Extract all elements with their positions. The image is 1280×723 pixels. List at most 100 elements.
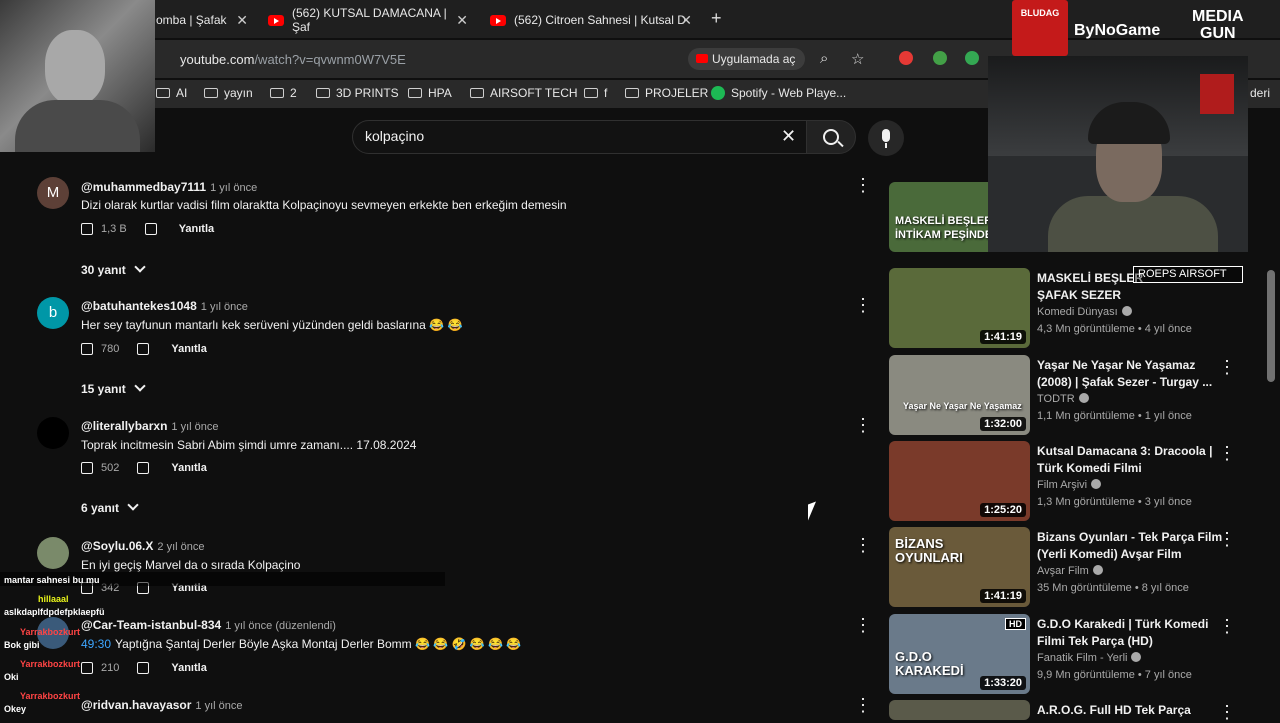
like-icon[interactable]: [81, 343, 93, 355]
related-video[interactable]: A.R.O.G. Full HD Tek Parça: [889, 700, 1259, 723]
close-icon[interactable]: ✕: [680, 12, 692, 29]
new-tab-icon[interactable]: +: [711, 8, 722, 29]
search-button[interactable]: [806, 120, 856, 154]
video-title[interactable]: G.D.O Karakedi | Türk Komedi Filmi Tek Pa…: [1037, 616, 1209, 650]
like-icon[interactable]: [81, 223, 93, 235]
more-icon[interactable]: [854, 695, 872, 716]
video-thumbnail[interactable]: 1:41:19: [889, 268, 1030, 348]
replies-toggle[interactable]: 30 yanıt: [81, 263, 144, 277]
folder-icon: [316, 88, 330, 98]
title-line: Filmi Tek Parça (HD): [1037, 634, 1153, 648]
tab-2[interactable]: (562) KUTSAL DAMACANA | Şaf ✕: [268, 6, 468, 34]
comment-author[interactable]: @literallybarxn 1 yıl önce: [81, 419, 219, 433]
more-icon[interactable]: [1218, 357, 1236, 378]
bookmark-item[interactable]: HPA: [408, 86, 452, 100]
dislike-icon[interactable]: [137, 343, 150, 355]
channel-name[interactable]: Fanatik Film - Yerli: [1037, 652, 1142, 664]
reply-button[interactable]: Yanıtla: [171, 343, 206, 355]
title-line: Yaşar Ne Yaşar Ne Yaşamaz: [1037, 358, 1196, 372]
microphone-icon[interactable]: [868, 120, 904, 156]
comment-actions: 502 Yanıtla: [81, 462, 207, 474]
mediagun-logo: MEDIA GUN: [1192, 8, 1244, 42]
bookmark-item[interactable]: AIRSOFT TECH: [470, 86, 578, 100]
zoom-icon[interactable]: ⌕: [820, 50, 828, 67]
chat-message: Oki: [4, 672, 19, 682]
thumbnail-label: BİZANS OYUNLARI: [895, 536, 963, 565]
tab-3[interactable]: (562) Citroen Sahnesi | Kutsal D ✕: [490, 6, 692, 34]
open-in-app-button[interactable]: Uygulamada aç: [688, 48, 806, 70]
tab-3-label: (562) Citroen Sahnesi | Kutsal D: [514, 13, 686, 27]
youtube-icon: [268, 14, 284, 26]
avatar[interactable]: [37, 417, 69, 449]
bookmark-item[interactable]: Spotify - Web Playe...: [711, 86, 846, 100]
more-icon[interactable]: [854, 535, 872, 556]
bookmark-item[interactable]: PROJELER: [625, 86, 708, 100]
channel-label: Avşar Film: [1037, 565, 1089, 577]
bookmark-item[interactable]: yayın: [204, 86, 253, 100]
related-video[interactable]: HD G.D.O KARAKEDİ 1:33:20 G.D.O Karakedi…: [889, 614, 1259, 696]
replies-toggle[interactable]: 6 yanıt: [81, 501, 137, 515]
extension-icon[interactable]: [933, 51, 947, 65]
folder-icon: [156, 88, 170, 98]
comment-author[interactable]: @muhammedbay7111 1 yıl önce: [81, 180, 257, 194]
tab-1[interactable]: omba | Şafak ✕: [156, 6, 248, 34]
avatar[interactable]: [37, 537, 69, 569]
bookmark-item[interactable]: 3D PRINTS: [316, 86, 399, 100]
mouse-cursor: [808, 501, 816, 521]
video-title[interactable]: A.R.O.G. Full HD Tek Parça: [1037, 702, 1207, 719]
scrollbar[interactable]: [1267, 270, 1275, 382]
channel-name[interactable]: Avşar Film: [1037, 565, 1103, 577]
channel-name[interactable]: Film Arşivi: [1037, 479, 1102, 491]
video-thumbnail[interactable]: BİZANS OYUNLARI 1:41:19: [889, 527, 1030, 607]
clear-icon[interactable]: ✕: [781, 126, 796, 147]
video-thumbnail[interactable]: 1:25:20: [889, 441, 1030, 521]
more-icon[interactable]: [1218, 702, 1236, 723]
more-icon[interactable]: [854, 175, 872, 196]
dislike-icon[interactable]: [144, 223, 157, 235]
channel-name[interactable]: Komedi Dünyası: [1037, 306, 1132, 318]
comment-author[interactable]: @batuhantekes1048 1 yıl önce: [81, 299, 248, 313]
avatar[interactable]: b: [37, 297, 69, 329]
comment-author[interactable]: @Soylu.06.X 2 yıl önce: [81, 539, 205, 553]
close-icon[interactable]: ✕: [456, 12, 468, 29]
more-icon[interactable]: [854, 295, 872, 316]
bookmark-item[interactable]: deri: [1250, 86, 1270, 100]
extension-icon[interactable]: [965, 51, 979, 65]
more-icon[interactable]: [1218, 616, 1236, 637]
related-video[interactable]: 1:25:20 Kutsal Damacana 3: Dracoola | Tür…: [889, 441, 1259, 523]
avatar[interactable]: M: [37, 177, 69, 209]
comment-text: Toprak incitmesin Sabri Abim şimdi umre …: [81, 438, 417, 452]
extension-icon[interactable]: [899, 51, 913, 65]
bookmark-item[interactable]: 2: [270, 86, 297, 100]
flag: [1200, 74, 1234, 114]
dislike-icon[interactable]: [137, 462, 150, 474]
video-thumbnail[interactable]: HD G.D.O KARAKEDİ 1:33:20: [889, 614, 1030, 694]
related-video[interactable]: BİZANS OYUNLARI 1:41:19 Bizans Oyunları …: [889, 527, 1259, 609]
more-icon[interactable]: [854, 415, 872, 436]
like-icon[interactable]: [81, 462, 93, 474]
url-field[interactable]: youtube.com/watch?v=qvwnm0W7V5E: [180, 52, 406, 67]
video-title[interactable]: Kutsal Damacana 3: Dracoola | Türk Komedi…: [1037, 443, 1212, 477]
more-icon[interactable]: [1218, 529, 1236, 550]
more-icon[interactable]: [854, 615, 872, 636]
video-title[interactable]: Bizans Oyunları - Tek Parça Film (Yerli K…: [1037, 529, 1222, 563]
video-title[interactable]: Yaşar Ne Yaşar Ne Yaşamaz (2008) | Şafak …: [1037, 357, 1212, 391]
chat-user: Yarrakbozkurt: [20, 627, 81, 637]
reply-button[interactable]: Yanıtla: [179, 223, 214, 235]
related-video[interactable]: Yaşar Ne Yaşar Ne Yaşamaz 1:32:00 Yaşar …: [889, 355, 1259, 437]
duration: 1:25:20: [980, 503, 1026, 517]
title-line: G.D.O Karakedi | Türk Komedi: [1037, 617, 1209, 631]
bookmark-item[interactable]: AI: [156, 86, 187, 100]
channel-name[interactable]: TODTR: [1037, 393, 1089, 405]
verified-icon: [1121, 306, 1132, 316]
close-icon[interactable]: ✕: [236, 12, 248, 29]
star-icon[interactable]: ☆: [851, 50, 864, 68]
replies-toggle[interactable]: 15 yanıt: [81, 382, 144, 396]
like-count: 502: [101, 462, 120, 474]
more-icon[interactable]: [1218, 443, 1236, 464]
video-thumbnail[interactable]: [889, 700, 1030, 720]
reply-button[interactable]: Yanıtla: [171, 462, 206, 474]
video-thumbnail[interactable]: Yaşar Ne Yaşar Ne Yaşamaz 1:32:00: [889, 355, 1030, 435]
bookmark-label: deri: [1250, 86, 1271, 100]
bookmark-item[interactable]: f: [584, 86, 607, 100]
